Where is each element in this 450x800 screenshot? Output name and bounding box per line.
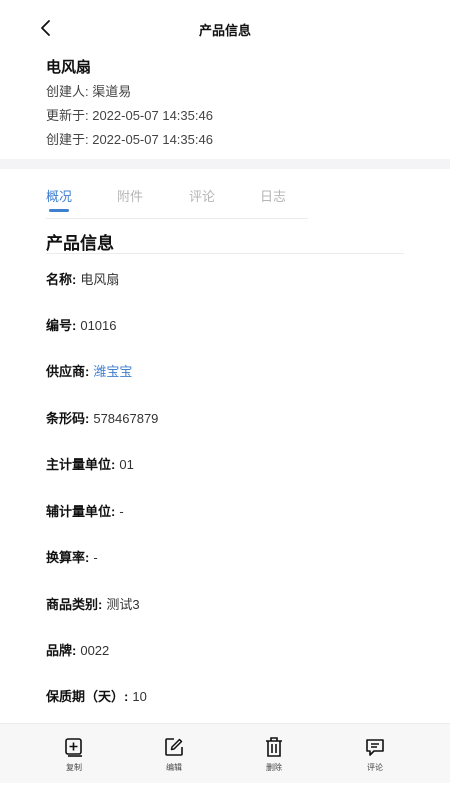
home-indicator-area (0, 783, 450, 800)
field-value: - (93, 550, 98, 565)
page-title: 产品信息 (198, 23, 251, 38)
trash-icon (263, 736, 285, 758)
creator-text: 创建人: 渠道易 (46, 84, 132, 99)
section-title-divider (46, 253, 404, 254)
field-label: 供应商: (46, 364, 90, 379)
field-label: 辅计量单位: (46, 504, 116, 519)
field-brand: 品牌: 0022 (46, 641, 109, 661)
field-value: 01016 (80, 318, 117, 333)
field-value: 电风扇 (80, 272, 120, 287)
field-code: 编号: 01016 (46, 316, 117, 336)
field-value: 0022 (80, 643, 110, 658)
supplier-link[interactable]: 潍宝宝 (93, 364, 132, 379)
field-value: - (119, 504, 124, 519)
field-aux-unit: 辅计量单位: - (46, 502, 124, 522)
delete-label: 删除 (266, 763, 282, 772)
field-label: 名称: (46, 272, 77, 287)
field-value: 测试3 (106, 597, 140, 612)
field-label: 品牌: (46, 643, 77, 658)
field-value: 01 (119, 457, 134, 472)
copy-button[interactable]: 复制 (54, 736, 94, 773)
section-title: 产品信息 (46, 234, 114, 253)
field-label: 编号: (46, 318, 77, 333)
field-name: 名称: 电风扇 (46, 270, 119, 290)
tab-overview[interactable]: 概况 (46, 186, 72, 205)
edit-button[interactable]: 编辑 (154, 736, 194, 773)
field-label: 换算率: (46, 550, 90, 565)
copy-label: 复制 (66, 763, 82, 772)
comment-icon (364, 736, 386, 758)
tab-attachments[interactable]: 附件 (117, 186, 143, 205)
tab-comments[interactable]: 评论 (189, 186, 215, 205)
field-supplier: 供应商: 潍宝宝 (46, 362, 132, 382)
field-main-unit: 主计量单位: 01 (46, 455, 134, 475)
field-value: 10 (132, 689, 147, 704)
created-time: 创建于: 2022-05-07 14:35:46 (46, 132, 213, 147)
field-label: 商品类别: (46, 597, 103, 612)
field-label: 保质期（天）: (46, 689, 129, 704)
product-header: 电风扇 创建人: 渠道易 更新于: 2022-05-07 14:35:46 创建… (0, 56, 450, 160)
field-barcode: 条形码: 578467879 (46, 409, 158, 429)
nav-bar: 产品信息 (0, 0, 450, 56)
delete-button[interactable]: 删除 (254, 736, 294, 773)
product-name: 电风扇 (46, 59, 92, 76)
field-value: 578467879 (93, 411, 159, 426)
field-label: 条形码: (46, 411, 90, 426)
edit-icon (163, 736, 185, 758)
bottom-toolbar: 复制 编辑 删除 评论 (0, 723, 450, 783)
tab-bar: 概况 附件 评论 日志 (0, 169, 450, 219)
tab-logs[interactable]: 日志 (260, 186, 286, 205)
field-category: 商品类别: 测试3 (46, 595, 140, 615)
field-conversion-rate: 换算率: - (46, 548, 98, 568)
edit-label: 编辑 (166, 763, 182, 772)
updated-time: 更新于: 2022-05-07 14:35:46 (46, 108, 213, 123)
comment-button[interactable]: 评论 (355, 736, 395, 773)
product-detail-panel: 产品信息 名称: 电风扇 编号: 01016 供应商: 潍宝宝 条形码: 5784678… (0, 219, 450, 723)
section-divider (0, 159, 450, 169)
copy-plus-icon (63, 736, 85, 758)
comment-label: 评论 (367, 763, 383, 772)
field-shelf-life: 保质期（天）: 10 (46, 687, 147, 707)
active-tab-indicator (49, 209, 69, 212)
field-label: 主计量单位: (46, 457, 116, 472)
